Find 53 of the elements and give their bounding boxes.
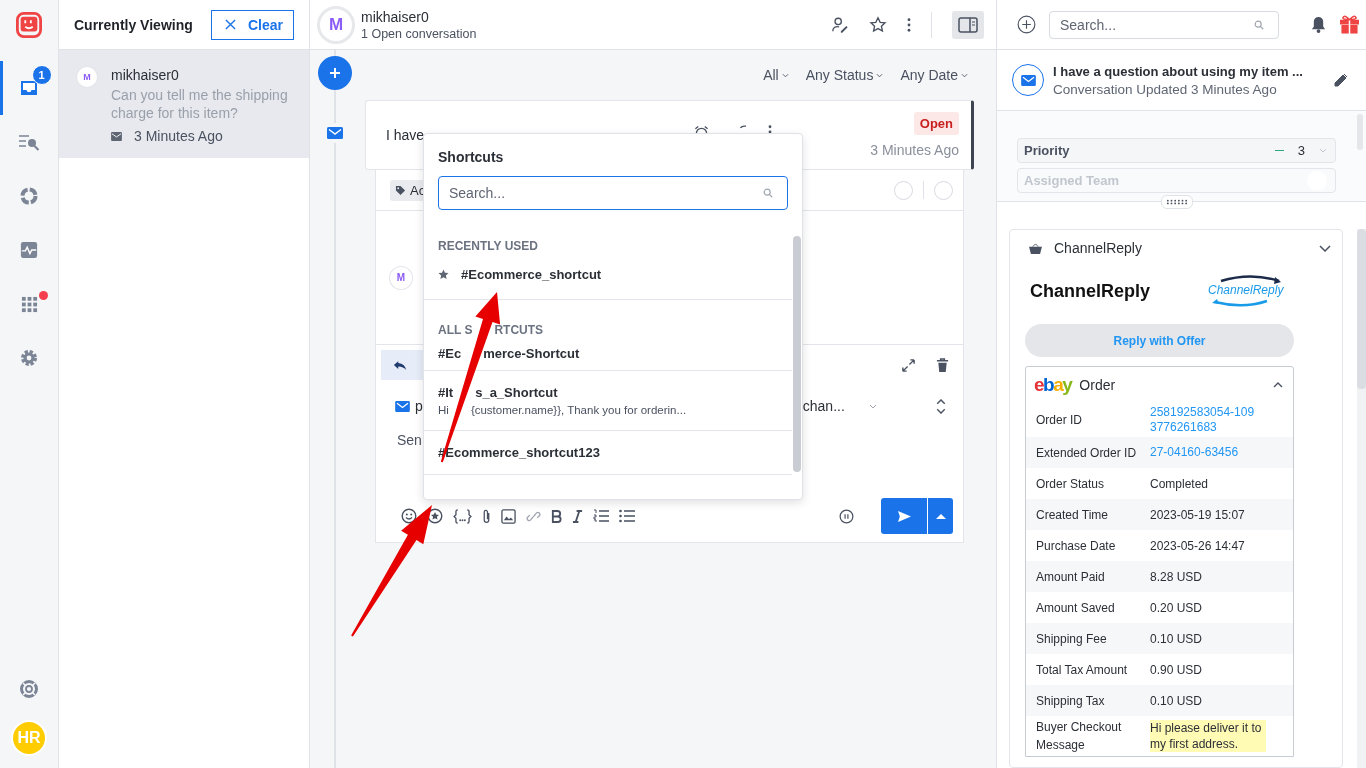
timestamp: 3 Minutes Ago bbox=[134, 128, 223, 144]
field-label: Purchase Date bbox=[1036, 537, 1117, 555]
popup-title: Shortcuts bbox=[437, 148, 505, 165]
shortcut-name: #Ecommerce_shortcut bbox=[461, 267, 602, 282]
contact-avatar: M bbox=[77, 67, 97, 87]
field-value: 2023-05-26 14:47 bbox=[1150, 538, 1245, 553]
timestamp: 3 Minutes Ago bbox=[870, 142, 959, 158]
order-title: Order bbox=[1079, 377, 1116, 393]
widget-title: ChannelReply bbox=[1054, 240, 1142, 256]
highlighted-message: Hi please deliver it to my first address. bbox=[1150, 720, 1266, 752]
field-value: Completed bbox=[1150, 476, 1209, 491]
shortcut-name: s_a_Shortcut bbox=[475, 385, 558, 400]
field-label: Amount Saved bbox=[1036, 599, 1116, 617]
field-label: Shipping Fee bbox=[1036, 630, 1108, 648]
field-value: 2023-05-19 15:07 bbox=[1150, 507, 1245, 522]
field-value: 8.28 USD bbox=[1150, 569, 1203, 584]
contact-name: mikhaiser0 bbox=[361, 8, 430, 25]
conversation-title: I have a question about using my item ... bbox=[1053, 63, 1304, 79]
contact-avatar: M bbox=[390, 266, 412, 289]
section-heading: RTCUTS bbox=[494, 323, 544, 337]
field-value: 0.20 USD bbox=[1150, 600, 1203, 615]
message-text: I have bbox=[386, 127, 425, 143]
field-label: Shipping Tax bbox=[1036, 692, 1106, 710]
field-value: 0.10 USD bbox=[1150, 631, 1203, 646]
field-label: Created Time bbox=[1036, 506, 1110, 524]
field-label: Buyer Checkout Message bbox=[1036, 719, 1123, 754]
field-label: Total Tax Amount bbox=[1036, 661, 1129, 679]
brand-logo: ChannelReply bbox=[1207, 273, 1287, 309]
marketplace-logo: ebay bbox=[1034, 374, 1072, 396]
status-badge: Open bbox=[913, 112, 959, 135]
message-preview: Can you tell me the shipping charge for this item? bbox=[111, 86, 289, 122]
shortcut-name: #It bbox=[438, 385, 454, 400]
unread-count-badge: 1 bbox=[31, 65, 52, 85]
section-heading: ALL S bbox=[438, 323, 473, 337]
section-heading: RECENTLY USED bbox=[438, 239, 539, 253]
field-label: Extended Order ID bbox=[1036, 444, 1138, 462]
contact-avatar: M bbox=[317, 5, 355, 44]
sender-address: p bbox=[415, 398, 423, 414]
shortcut-preview: {customer.name}}, Thank you for orderin... bbox=[470, 404, 687, 416]
conversation-count: 1 Open conversation bbox=[361, 26, 478, 41]
panel-title: Currently Viewing bbox=[74, 16, 193, 33]
shortcut-preview: Hi bbox=[438, 404, 449, 416]
field-label: Amount Paid bbox=[1036, 568, 1106, 586]
shortcut-name: merce-Shortcut bbox=[483, 346, 580, 361]
field-label: Order ID bbox=[1036, 412, 1083, 429]
priority-value: 3 bbox=[1297, 143, 1305, 158]
field-value: 0.10 USD bbox=[1150, 693, 1203, 708]
field-label: Order Status bbox=[1036, 475, 1106, 493]
shortcut-name: #Ec bbox=[438, 346, 462, 361]
widget-heading: ChannelReply bbox=[1030, 280, 1151, 302]
contact-name: mikhaiser0 bbox=[111, 67, 180, 83]
field-value: 0.90 USD bbox=[1150, 662, 1203, 677]
conversation-updated-time: Conversation Updated 3 Minutes Ago bbox=[1053, 81, 1278, 97]
